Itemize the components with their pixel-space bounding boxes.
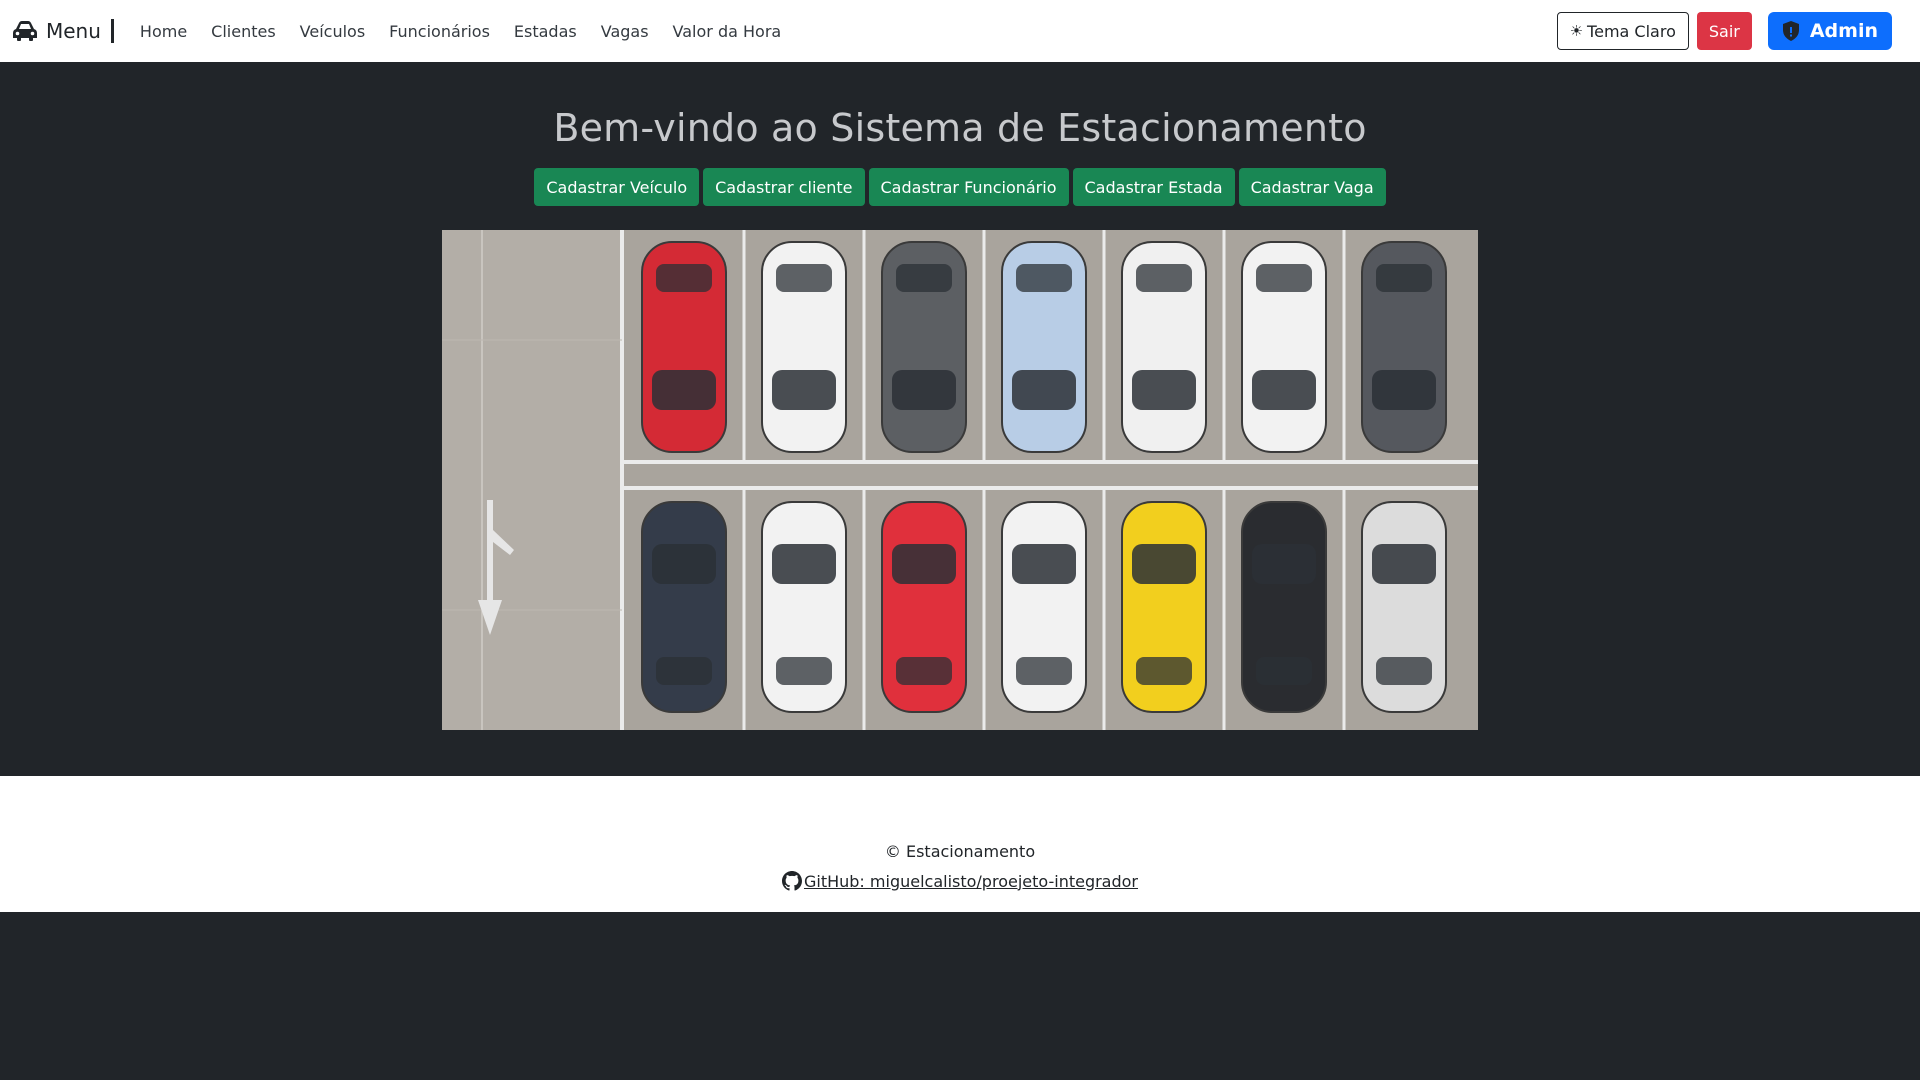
github-link[interactable]: GitHub: miguelcalisto/proejeto-integrado…	[781, 871, 1139, 891]
page-title: Bem-vindo ao Sistema de Estacionamento	[553, 106, 1367, 150]
car-shape	[1241, 241, 1327, 453]
car-shape	[1001, 241, 1087, 453]
car-shape	[1361, 241, 1447, 453]
car-icon	[13, 21, 37, 41]
nav-link-clientes[interactable]: Clientes	[211, 22, 276, 41]
car-shape	[1361, 501, 1447, 713]
nav-link-home[interactable]: Home	[140, 22, 187, 41]
github-icon	[781, 871, 802, 891]
nav-link-veiculos[interactable]: Veículos	[300, 22, 366, 41]
car-shape	[1121, 501, 1207, 713]
car-shape	[761, 241, 847, 453]
admin-button[interactable]: Admin	[1767, 12, 1892, 50]
main-content: Bem-vindo ao Sistema de Estacionamento C…	[0, 62, 1920, 776]
theme-toggle-label: Tema Claro	[1587, 21, 1676, 41]
cadastrar-estada-button[interactable]: Cadastrar Estada	[1072, 168, 1235, 206]
nav-link-vagas[interactable]: Vagas	[601, 22, 649, 41]
sun-icon: ☀	[1569, 22, 1584, 40]
brand[interactable]: Menu	[12, 19, 114, 43]
parking-lot-illustration	[442, 230, 1478, 730]
brand-divider	[110, 19, 114, 43]
cadastrar-funcionario-button[interactable]: Cadastrar Funcionário	[868, 168, 1069, 206]
shield-icon	[1782, 21, 1799, 41]
admin-label: Admin	[1809, 20, 1878, 42]
theme-toggle-button[interactable]: ☀ Tema Claro	[1556, 12, 1689, 50]
top-navbar: Menu Home Clientes Veículos Funcionários…	[0, 0, 1920, 62]
car-shape	[1121, 241, 1207, 453]
brand-label: Menu	[46, 19, 101, 43]
github-link-label: GitHub: miguelcalisto/proejeto-integrado…	[803, 871, 1139, 891]
page-footer: © Estacionamento GitHub: miguelcalisto/p…	[0, 776, 1920, 912]
cadastrar-cliente-button[interactable]: Cadastrar cliente	[703, 168, 865, 206]
parking-lot-image	[442, 230, 1478, 730]
action-buttons: Cadastrar Veículo Cadastrar cliente Cada…	[0, 168, 1920, 206]
car-shape	[761, 501, 847, 713]
footer-copyright: © Estacionamento	[884, 842, 1036, 861]
car-shape	[881, 501, 967, 713]
nav-link-estadas[interactable]: Estadas	[514, 22, 577, 41]
cadastrar-vaga-button[interactable]: Cadastrar Vaga	[1238, 168, 1386, 206]
cadastrar-veiculo-button[interactable]: Cadastrar Veículo	[534, 168, 700, 206]
nav-link-valor-da-hora[interactable]: Valor da Hora	[673, 22, 782, 41]
car-shape	[1241, 501, 1327, 713]
nav-link-funcionarios[interactable]: Funcionários	[389, 22, 490, 41]
car-shape	[881, 241, 967, 453]
nav-actions: ☀ Tema Claro Sair Admin	[1556, 12, 1892, 50]
nav-links: Home Clientes Veículos Funcionários Esta…	[128, 22, 781, 41]
car-shape	[641, 241, 727, 453]
car-shape	[641, 501, 727, 713]
car-shape	[1001, 501, 1087, 713]
logout-button[interactable]: Sair	[1696, 12, 1752, 50]
